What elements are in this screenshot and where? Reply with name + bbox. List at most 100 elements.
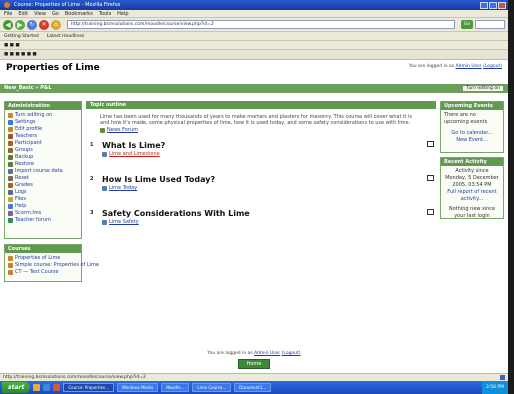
topic-resource[interactable]: Lime Today [102,185,137,191]
course-list-label[interactable]: Properties of Lime [15,255,60,262]
news-forum-label[interactable]: News Forum [107,127,138,133]
stop-icon[interactable]: ✕ [39,19,49,30]
topic-resource-link[interactable]: Lime Today [109,185,137,191]
highlight-toggle-icon[interactable] [427,175,434,181]
menu-bookmarks[interactable]: Bookmarks [65,10,93,17]
menu-view[interactable]: View [34,10,46,17]
admin-menu-label[interactable]: Participant [15,140,42,147]
taskbar-item[interactable]: Windows Media [116,383,159,392]
upcoming-events-header: Upcoming Events [441,102,503,110]
login-user-link[interactable]: Admin User [456,64,482,69]
taskbar-item[interactable]: Moodle... [161,383,190,392]
topic-title: Safety Considerations With Lime [102,209,250,218]
admin-menu-item[interactable]: Turn editing on [8,112,78,119]
topic-resource[interactable]: Lime and Limestone [102,151,160,157]
addon-toolbar-item[interactable]: ■ ■ ■ [4,41,20,49]
footer-logout-link[interactable]: (Logout) [282,351,301,356]
go-button[interactable]: Go [461,20,473,29]
topic-list: 1 What Is Lime? Lime and Limestone 2 How Is … [86,141,436,235]
addon-toolbar-item[interactable]: ■ ■ ■ ■ ■ ■ [4,50,37,59]
admin-menu-label[interactable]: Import course data [15,168,63,175]
course-list-item[interactable]: CT — Test Course [8,269,78,276]
admin-menu-item[interactable]: Backup [8,154,78,161]
admin-menu-label[interactable]: Groups [15,147,33,154]
new-event-link[interactable]: New Event... [444,137,500,144]
admin-menu-label[interactable]: Help [15,203,26,210]
admin-menu-item[interactable]: Import course data [8,168,78,175]
bookmark-latest-headlines[interactable]: Latest Headlines [47,32,85,40]
admin-menu-label[interactable]: Reset [15,175,29,182]
admin-menu-label[interactable]: Turn editing on [15,112,52,119]
logout-link[interactable]: (Logout) [483,64,502,69]
admin-menu-label[interactable]: Logs [15,189,27,196]
admin-menu-label[interactable]: Scorm.lms [15,210,41,217]
admin-menu-item[interactable]: Edit profile [8,126,78,133]
quicklaunch-icon[interactable] [53,384,61,391]
menu-edit[interactable]: Edit [18,10,28,17]
news-forum-link[interactable]: News Forum [100,127,436,133]
restore-icon [8,162,13,167]
menu-tools[interactable]: Tools [99,10,111,17]
topic-resource-link[interactable]: Lime and Limestone [109,151,160,157]
admin-menu-item[interactable]: Settings [8,119,78,126]
home-button[interactable]: Home [237,359,271,369]
admin-menu-label[interactable]: Restore [15,161,34,168]
turn-editing-on-button[interactable]: Turn editing on [462,85,504,92]
course-list-item[interactable]: Properties of Lime [8,255,78,262]
back-icon[interactable]: ◀ [3,19,13,30]
admin-menu-item[interactable]: Files [8,196,78,203]
menu-help[interactable]: Help [117,10,128,17]
start-button[interactable]: start [2,382,31,393]
minimize-icon[interactable] [480,1,488,9]
url-input[interactable]: http://training.bsmsolutions.com/moodle/… [67,20,455,29]
topic-section: 2 How Is Lime Used Today? Lime Today [86,175,436,201]
admin-menu-label[interactable]: Settings [15,119,36,126]
courses-list: Properties of Lime Simple course: Propert… [5,253,99,278]
full-report-link[interactable]: Full report of recent activity... [444,189,500,203]
menu-go[interactable]: Go [52,10,59,17]
admin-menu-item[interactable]: Help [8,203,78,210]
topic-resource-link[interactable]: Lime Safety [109,219,139,225]
admin-menu-label[interactable]: Edit profile [15,126,42,133]
taskbar-item[interactable]: Course: Properties... [63,383,114,392]
admin-menu-label[interactable]: Files [15,196,26,203]
maximize-icon[interactable] [489,1,497,9]
admin-menu-label[interactable]: Backup [15,154,33,161]
browser-window: Course: Properties of Lime - Mozilla Fir… [0,0,508,394]
course-list-label[interactable]: CT — Test Course [15,269,59,276]
course-list-item[interactable]: Simple course: Properties of Lime [8,262,99,269]
admin-menu-item[interactable]: Restore [8,161,78,168]
close-icon[interactable] [498,1,506,9]
home-icon[interactable]: ⌂ [51,19,61,30]
quicklaunch-icon[interactable] [33,384,41,391]
highlight-toggle-icon[interactable] [427,141,434,147]
admin-menu-item[interactable]: Groups [8,147,78,154]
admin-menu-label[interactable]: Teachers [15,133,37,140]
search-input[interactable] [475,20,505,29]
admin-menu-item[interactable]: Grades [8,182,78,189]
admin-menu-item[interactable]: Participant [8,140,78,147]
admin-menu-label[interactable]: Grades [15,182,33,189]
taskbar-item[interactable]: Document1... [234,383,272,392]
quicklaunch-icon[interactable] [43,384,51,391]
admin-menu-item[interactable]: Teacher forum [8,217,78,224]
bookmark-getting-started[interactable]: Getting Started [4,32,39,40]
admin-menu-item[interactable]: Scorm.lms [8,210,78,217]
course-icon [8,263,13,268]
reload-icon[interactable]: ↻ [27,19,37,30]
topic-resource[interactable]: Lime Safety [102,219,139,225]
taskbar-item[interactable]: Lime Course... [192,383,232,392]
page-footer: You are logged in as Admin User (Logout)… [0,351,508,369]
menu-file[interactable]: File [4,10,12,17]
admin-menu-label[interactable]: Teacher forum [15,217,51,224]
admin-menu-item[interactable]: Teachers [8,133,78,140]
footer-user-link[interactable]: Admin User [254,351,280,356]
admin-menu-item[interactable]: Reset [8,175,78,182]
breadcrumb[interactable]: New_Basic » P&L [4,85,51,91]
calendar-link[interactable]: Go to calendar... [444,130,500,137]
course-icon [8,256,13,261]
highlight-toggle-icon[interactable] [427,209,434,215]
nothing-new-text: Nothing new since your last login [448,206,496,219]
forward-icon[interactable]: ▶ [15,19,25,30]
admin-menu-item[interactable]: Logs [8,189,78,196]
